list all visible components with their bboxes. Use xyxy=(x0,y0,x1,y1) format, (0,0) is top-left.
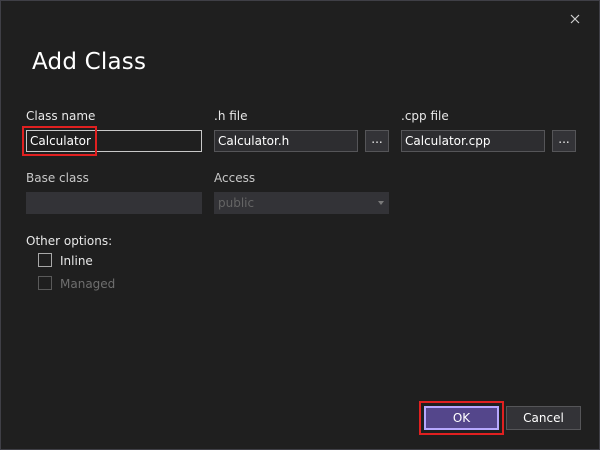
access-selected-value: public xyxy=(218,196,255,210)
cpp-file-input[interactable]: Calculator.cpp xyxy=(401,130,545,152)
access-select: public xyxy=(214,192,389,214)
base-class-label: Base class xyxy=(26,171,89,185)
chevron-down-icon xyxy=(378,201,384,205)
cpp-file-label: .cpp file xyxy=(401,109,449,123)
add-class-dialog: Add Class Class name Calculator .h file … xyxy=(0,0,600,450)
managed-label: Managed xyxy=(60,277,116,291)
cancel-button[interactable]: Cancel xyxy=(506,406,581,430)
h-file-label: .h file xyxy=(214,109,248,123)
other-options-label: Other options: xyxy=(26,234,113,248)
ok-button-highlight-box xyxy=(419,401,504,435)
cpp-file-browse-button[interactable]: ... xyxy=(552,130,576,152)
access-label: Access xyxy=(214,171,256,185)
class-name-label: Class name xyxy=(26,109,96,123)
inline-checkbox[interactable] xyxy=(38,253,52,267)
close-button[interactable] xyxy=(563,7,587,31)
class-name-highlight-box xyxy=(22,126,97,156)
inline-label[interactable]: Inline xyxy=(60,254,93,268)
h-file-input[interactable]: Calculator.h xyxy=(214,130,358,152)
h-file-browse-button[interactable]: ... xyxy=(365,130,389,152)
dialog-title: Add Class xyxy=(32,49,147,75)
base-class-input xyxy=(26,192,202,214)
close-icon xyxy=(570,14,580,24)
managed-checkbox xyxy=(38,276,52,290)
